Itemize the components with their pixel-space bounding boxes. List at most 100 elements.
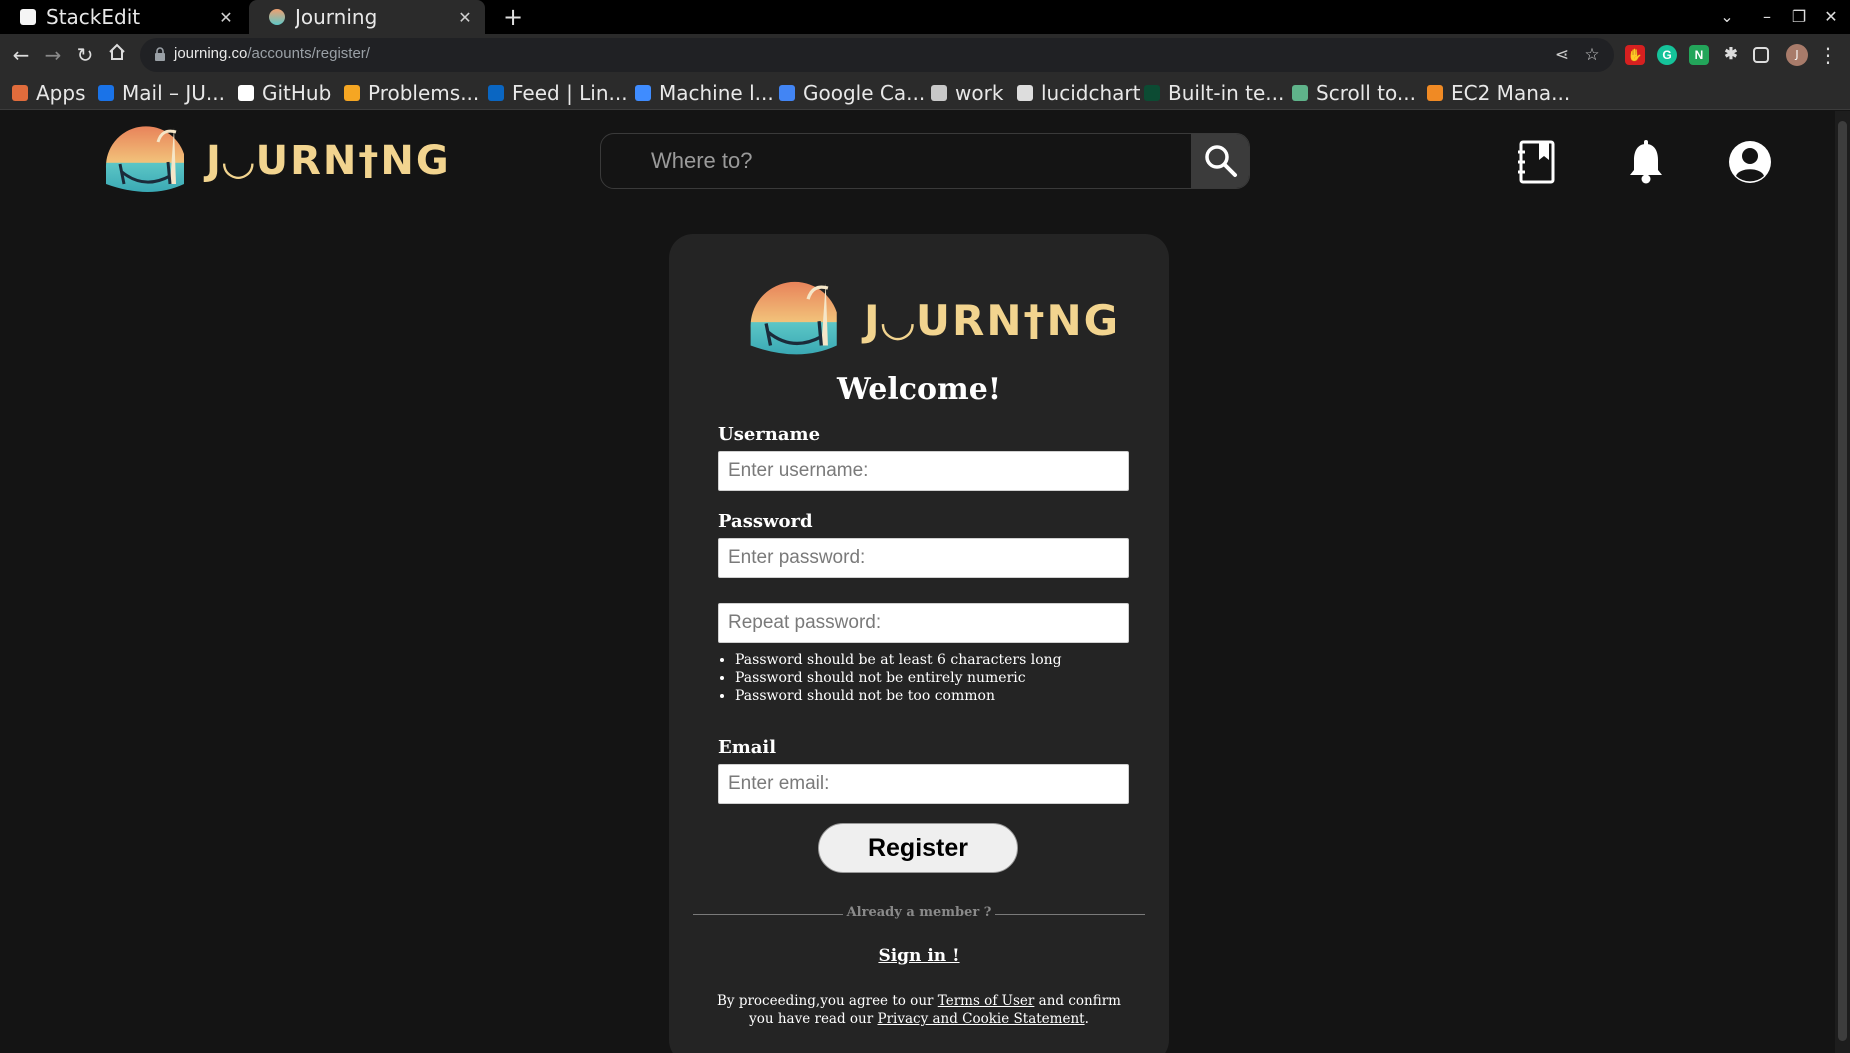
adblock-extension-icon[interactable]: ✋: [1625, 45, 1645, 65]
url-path: /accounts/register/: [247, 45, 370, 62]
bookmark-item[interactable]: Google Ca...: [779, 80, 925, 106]
bookmark-label: Mail – JU...: [122, 81, 225, 105]
welcome-heading: Welcome!: [836, 372, 1001, 407]
bookmark-label: work: [955, 81, 1004, 105]
django-icon: [1144, 85, 1160, 101]
bookmark-item[interactable]: Built-in te...: [1144, 80, 1284, 106]
address-bar[interactable]: journing.co/accounts/register/ ⋖ ☆: [140, 38, 1614, 72]
bookmark-item[interactable]: GitHub: [238, 80, 331, 106]
url-host: journing.co: [174, 45, 248, 62]
bookmark-label: Problems...: [368, 81, 480, 105]
extensions-puzzle-icon[interactable]: ✱: [1721, 45, 1741, 65]
bookmark-label: GitHub: [262, 81, 332, 105]
card-logo: J◡URN†NG: [744, 278, 1118, 360]
bookmark-item[interactable]: Mail – JU...: [98, 80, 225, 106]
bookmark-item[interactable]: work: [931, 80, 1003, 106]
scrollbar-thumb[interactable]: [1838, 121, 1847, 1041]
user-avatar-icon: [1729, 141, 1771, 183]
journing-favicon-icon: [269, 9, 285, 25]
password-rule: Password should be at least 6 characters…: [735, 651, 1138, 669]
journal-bookmark-icon: [1518, 140, 1555, 184]
minimize-button[interactable]: –: [1754, 4, 1780, 30]
tab-strip: StackEdit ✕ Journing ✕ + ⌄ – ❐ ✕: [0, 0, 1850, 34]
username-input[interactable]: [718, 451, 1129, 491]
bookmark-item[interactable]: Machine l...: [635, 80, 774, 106]
browser-toolbar: ← → ↻ journing.co/accounts/register/ ⋖ ☆…: [0, 34, 1850, 76]
email-input[interactable]: [718, 764, 1129, 804]
legal-text: .: [1084, 1011, 1089, 1027]
bookmark-item[interactable]: Problems...: [344, 80, 479, 106]
apps-grid-icon: [12, 85, 28, 101]
journing-page: J◡URN†NG Where to? J◡URN†NG Welcome! Use…: [0, 111, 1835, 1053]
stackedit-favicon-icon: [20, 9, 36, 25]
legal-notice: By proceeding,you agree to our Terms of …: [709, 992, 1129, 1028]
repeat-password-input[interactable]: [718, 603, 1129, 643]
tab-journing[interactable]: Journing ✕: [249, 0, 485, 34]
side-panel-icon[interactable]: [1753, 47, 1769, 63]
reload-icon[interactable]: ↻: [70, 40, 100, 70]
bookmark-item[interactable]: EC2 Mana...: [1427, 80, 1570, 106]
restore-button[interactable]: ❐: [1786, 4, 1812, 30]
browser-menu-icon[interactable]: ⋮: [1818, 42, 1838, 68]
page-scrollbar[interactable]: [1835, 111, 1850, 1053]
password-rule: Password should not be entirely numeric: [735, 669, 1138, 687]
url-text: journing.co/accounts/register/: [174, 45, 370, 62]
site-logo-wordmark: J◡URN†NG: [206, 138, 451, 184]
leetcode-icon: [344, 85, 360, 101]
notion-extension-icon[interactable]: N: [1689, 45, 1709, 65]
bookmark-label: Machine l...: [659, 81, 774, 105]
search-button[interactable]: [1191, 134, 1249, 188]
already-member-text: Already a member ?: [846, 905, 992, 920]
notifications-button[interactable]: [1621, 137, 1671, 187]
close-tab-icon[interactable]: ✕: [214, 8, 238, 27]
grammarly-extension-icon[interactable]: G: [1657, 45, 1677, 65]
github-icon: [238, 85, 254, 101]
bookmark-label: Feed | Lin...: [512, 81, 628, 105]
search-icon: [1205, 145, 1237, 177]
linkedin-icon: [488, 85, 504, 101]
forward-arrow-icon[interactable]: →: [38, 40, 68, 70]
privacy-link[interactable]: Privacy and Cookie Statement: [877, 1011, 1084, 1027]
destination-search: [600, 133, 1250, 189]
bell-icon: [1630, 140, 1662, 184]
destination-search-input[interactable]: [601, 134, 1191, 188]
bookmark-label: Scroll to...: [1316, 81, 1416, 105]
site-logo[interactable]: J◡URN†NG: [100, 124, 449, 196]
home-icon[interactable]: [102, 40, 132, 70]
sign-in-link[interactable]: Sign in !: [669, 946, 1169, 966]
card-logo-wordmark: J◡URN†NG: [864, 296, 1121, 345]
lock-icon: [155, 47, 165, 61]
tab-stackedit[interactable]: StackEdit ✕: [0, 0, 246, 34]
email-label: Email: [718, 737, 777, 758]
password-rule: Password should not be too common: [735, 687, 1138, 705]
account-button[interactable]: [1725, 137, 1775, 187]
username-label: Username: [718, 424, 821, 445]
sunset-hammock-logo-icon: [750, 281, 837, 355]
arrow-favicon-icon: [635, 85, 651, 101]
lucidchart-icon: [1017, 85, 1033, 101]
share-icon[interactable]: ⋖: [1550, 43, 1574, 67]
scroll-favicon-icon: [1292, 85, 1308, 101]
legal-text: By proceeding,you agree to our: [717, 993, 938, 1009]
bookmark-label: EC2 Mana...: [1451, 81, 1571, 105]
tab-title: Journing: [295, 5, 378, 29]
new-tab-button[interactable]: +: [498, 2, 528, 32]
bookmark-star-icon[interactable]: ☆: [1580, 43, 1604, 67]
sunset-hammock-logo-icon: [105, 126, 184, 192]
google-calendar-icon: [779, 85, 795, 101]
folder-icon: [931, 85, 947, 101]
bookmark-item[interactable]: Apps: [12, 80, 86, 106]
tab-search-chevron-icon[interactable]: ⌄: [1714, 4, 1740, 30]
terms-link[interactable]: Terms of User: [938, 993, 1035, 1009]
password-input[interactable]: [718, 538, 1129, 578]
back-arrow-icon[interactable]: ←: [6, 40, 36, 70]
bookmark-item[interactable]: lucidchart: [1017, 80, 1140, 106]
close-window-button[interactable]: ✕: [1818, 4, 1844, 30]
profile-avatar[interactable]: J: [1786, 44, 1808, 66]
journal-bookmark-button[interactable]: [1512, 137, 1562, 187]
bookmark-item[interactable]: Feed | Lin...: [488, 80, 628, 106]
bookmarks-bar: Apps Mail – JU... GitHub Problems... Feed | …: [0, 76, 1850, 110]
register-button[interactable]: Register: [818, 823, 1018, 873]
close-tab-icon[interactable]: ✕: [453, 8, 477, 27]
bookmark-item[interactable]: Scroll to...: [1292, 80, 1416, 106]
